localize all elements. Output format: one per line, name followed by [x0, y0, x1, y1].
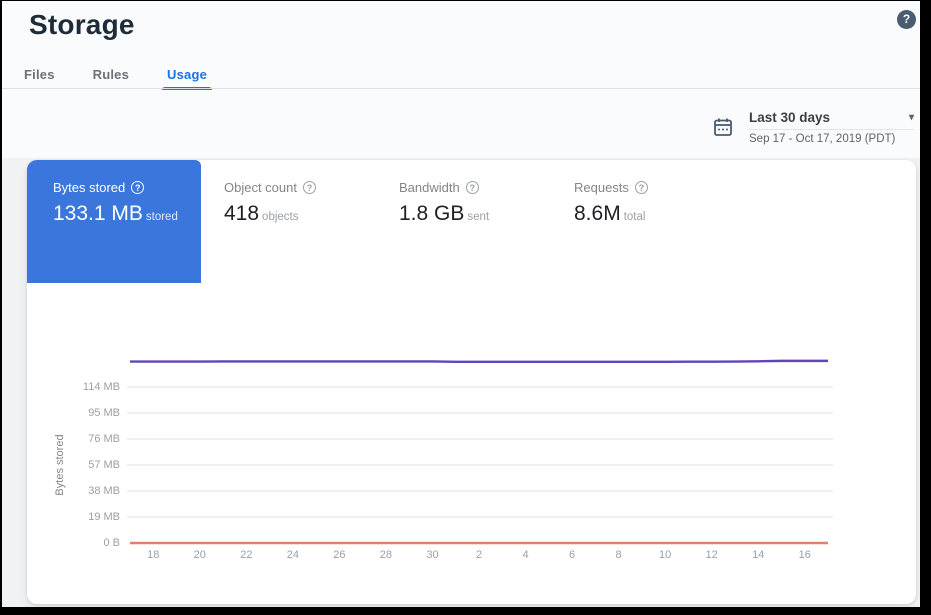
metric-value: 8.6M — [574, 202, 621, 225]
date-range-label: Last 30 days — [749, 110, 830, 125]
tab-divider — [2, 88, 920, 89]
caret-down-icon[interactable]: ▾ — [909, 112, 914, 123]
metric-card-bandwidth[interactable]: Bandwidth ? 1.8 GBsent — [399, 180, 489, 226]
x-tick-label: 24 — [275, 549, 311, 561]
x-tick-label: 4 — [508, 549, 544, 561]
x-tick-label: 12 — [694, 549, 730, 561]
x-tick-label: 16 — [787, 549, 823, 561]
x-tick-label: 30 — [414, 549, 450, 561]
metric-unit: stored — [146, 211, 178, 223]
y-tick-label: 76 MB — [65, 433, 120, 445]
metric-unit: total — [624, 211, 646, 223]
x-tick-label: 26 — [321, 549, 357, 561]
tab-files[interactable]: Files — [22, 62, 57, 90]
x-tick-label: 14 — [740, 549, 776, 561]
help-icon[interactable]: ? — [466, 181, 479, 194]
y-tick-label: 38 MB — [65, 485, 120, 497]
metric-value: 133.1 MB — [53, 202, 143, 225]
metric-label: Object count — [224, 180, 297, 195]
metric-card-object-count[interactable]: Object count ? 418objects — [224, 180, 316, 226]
date-texts: Last 30 days ▾ Sep 17 - Oct 17, 2019 (PD… — [749, 110, 914, 145]
usage-card: Bytes stored ? 133.1 MBstored Object cou… — [27, 160, 916, 604]
metric-label: Requests — [574, 180, 629, 195]
x-tick-label: 10 — [647, 549, 683, 561]
y-tick-label: 95 MB — [65, 407, 120, 419]
x-tick-label: 28 — [368, 549, 404, 561]
tab-usage[interactable]: Usage — [165, 62, 209, 90]
tab-rules[interactable]: Rules — [91, 62, 131, 90]
date-range-selector[interactable]: Last 30 days ▾ Sep 17 - Oct 17, 2019 (PD… — [711, 110, 914, 145]
metric-unit: sent — [467, 211, 489, 223]
screenshot-frame: Storage ? Files Rules Usage — [0, 0, 931, 615]
x-tick-label: 18 — [135, 549, 171, 561]
metric-value: 1.8 GB — [399, 202, 464, 225]
x-tick-label: 22 — [228, 549, 264, 561]
metric-unit: objects — [262, 211, 298, 223]
help-icon[interactable]: ? — [635, 181, 648, 194]
metric-value: 418 — [224, 202, 259, 225]
y-tick-label: 114 MB — [65, 381, 120, 393]
metric-label: Bytes stored — [53, 180, 125, 195]
date-range-value: Sep 17 - Oct 17, 2019 (PDT) — [749, 133, 914, 145]
calendar-icon — [713, 117, 733, 142]
x-tick-label: 6 — [554, 549, 590, 561]
help-icon[interactable]: ? — [897, 10, 916, 29]
y-tick-label: 57 MB — [65, 459, 120, 471]
page: Storage ? Files Rules Usage — [2, 1, 920, 607]
metric-card-bytes-stored[interactable]: Bytes stored ? 133.1 MBstored — [27, 160, 201, 283]
metric-label: Bandwidth — [399, 180, 460, 195]
help-icon[interactable]: ? — [303, 181, 316, 194]
help-icon[interactable]: ? — [131, 181, 144, 194]
y-tick-label: 0 B — [65, 537, 120, 549]
page-title: Storage — [29, 9, 135, 41]
x-tick-label: 2 — [461, 549, 497, 561]
y-axis-title: Bytes stored — [54, 434, 66, 495]
x-tick-label: 8 — [601, 549, 637, 561]
y-tick-label: 19 MB — [65, 511, 120, 523]
tab-bar: Files Rules Usage — [22, 62, 209, 90]
x-tick-label: 20 — [182, 549, 218, 561]
metric-card-requests[interactable]: Requests ? 8.6Mtotal — [574, 180, 648, 226]
